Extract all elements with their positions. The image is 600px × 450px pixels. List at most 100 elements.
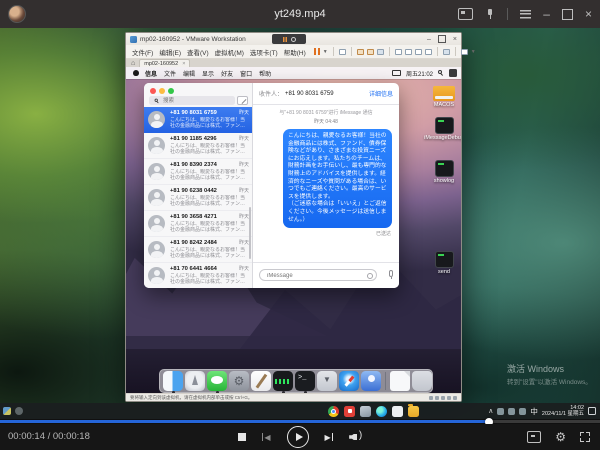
scene-capture-icon[interactable] — [458, 8, 473, 20]
macos-menu-app[interactable]: 信息 — [145, 69, 157, 78]
snapshot-revert-icon[interactable] — [367, 49, 374, 55]
macos-menu-view[interactable]: 显示 — [202, 69, 214, 78]
imessage-input[interactable] — [265, 270, 364, 282]
stop-button[interactable] — [238, 433, 246, 441]
snapshot-take-icon[interactable] — [357, 49, 364, 55]
maximize-button[interactable] — [562, 9, 573, 20]
macos-menu-window[interactable]: 窗口 — [240, 69, 252, 78]
hdd-status-icon[interactable] — [429, 396, 433, 400]
dock-activity-monitor-icon[interactable] — [273, 371, 293, 391]
menu-file[interactable]: 文件(F) — [132, 47, 153, 57]
conversation-search[interactable] — [149, 96, 235, 105]
conversation-item[interactable]: +81 90 1185 4296昨天 こんにちは、親愛なるお客様！当社の金融商品… — [144, 133, 252, 159]
messages-window[interactable]: +81 90 8031 6759昨天 こんにちは、親愛なるお客様！当社の金融商品… — [144, 83, 399, 288]
sound-status-icon[interactable] — [453, 396, 457, 400]
thread-body[interactable]: 与"+81 90 8031 6759"进行 iMessage 通信 昨天 04:… — [253, 104, 399, 263]
play-button[interactable] — [287, 426, 309, 448]
desktop-icon-showlog[interactable]: showlog — [422, 160, 461, 184]
video-display-area[interactable]: mp02-160952 - VMware Workstation – × 文件(… — [0, 28, 600, 419]
send-ctrl-alt-del-icon[interactable] — [339, 49, 346, 55]
macos-clock[interactable]: 周五21:02 — [406, 69, 433, 78]
input-menu-icon[interactable] — [449, 69, 457, 77]
snapshot-manager-icon[interactable] — [377, 49, 384, 55]
dock-system-preferences-icon[interactable] — [229, 371, 249, 391]
tray-ime-indicator[interactable]: 中 — [530, 406, 538, 417]
apple-menu-icon[interactable] — [133, 70, 139, 76]
desktop-icon-macos[interactable]: MACOS — [422, 86, 461, 108]
tray-clock[interactable]: 14:02 2024/11/1 星期五 — [542, 405, 584, 418]
conversation-item[interactable]: +81 90 6238 0442昨天 こんにちは、親愛なるお客様！当社の金融商品… — [144, 185, 252, 211]
previous-button[interactable]: ◀ — [262, 433, 271, 442]
compose-button[interactable] — [237, 96, 248, 105]
close-button[interactable]: × — [585, 8, 592, 20]
settings-button[interactable]: ⚙ — [555, 431, 566, 443]
conversation-item[interactable]: +81 90 8031 6759昨天 こんにちは、親愛なるお客様！当社の金融商品… — [144, 107, 252, 133]
display-status-icon[interactable] — [392, 70, 401, 76]
player-titlebar[interactable]: yt249.mp4 – × — [0, 0, 600, 28]
vm-power-dropdown-icon[interactable]: ▼ — [323, 49, 328, 55]
dock-installer-icon[interactable] — [317, 371, 337, 391]
minimize-button[interactable]: – — [543, 8, 550, 20]
cd-status-icon[interactable] — [435, 396, 439, 400]
conversation-item[interactable]: +81 90 8390 2374昨天 こんにちは、親愛なるお客様！当社の金融商品… — [144, 159, 252, 185]
vmware-minimize-button[interactable]: – — [427, 36, 431, 43]
emoji-icon[interactable] — [367, 273, 373, 279]
zoom-traffic-light[interactable] — [168, 88, 174, 94]
conversation-item[interactable]: +81 90 3658 4271昨天 こんにちは、親愛なるお客様！当社の金融商品… — [144, 211, 252, 237]
taskbar-white-app-icon[interactable] — [392, 406, 403, 417]
fullscreen-view-icon[interactable] — [415, 49, 422, 55]
macos-menu-edit[interactable]: 编辑 — [183, 69, 195, 78]
tray-icon[interactable] — [508, 408, 515, 415]
menu-tabs[interactable]: 选项卡(T) — [250, 47, 278, 57]
dock-terminal-icon[interactable] — [295, 371, 315, 391]
sidebar-scrollbar[interactable] — [249, 207, 251, 259]
dock-launchpad-icon[interactable] — [185, 371, 205, 391]
usb-status-icon[interactable] — [447, 396, 451, 400]
vm-guest-screen[interactable]: 信息 文件 编辑 显示 好友 窗口 帮助 周五21:02 — [126, 67, 461, 395]
dock-contacts-icon[interactable] — [361, 371, 381, 391]
vmware-close-button[interactable]: × — [453, 36, 457, 43]
menu-vm[interactable]: 虚拟机(M) — [215, 47, 244, 57]
unity-view-icon[interactable] — [425, 49, 432, 55]
taskbar-tray-app-icon[interactable] — [15, 407, 23, 415]
notification-center-icon[interactable] — [588, 407, 596, 415]
taskbar-file-explorer-icon[interactable] — [408, 406, 419, 417]
macos-menu-buddies[interactable]: 好友 — [221, 69, 233, 78]
dock-finder-icon[interactable] — [163, 371, 183, 391]
pin-icon[interactable] — [485, 9, 495, 19]
taskbar-widgets-icon[interactable] — [3, 407, 11, 415]
conversation-item[interactable]: +81 90 8242 2484昨天 こんにちは、親愛なるお客様！当社の金融商品… — [144, 237, 252, 263]
desktop-icon-imessagedebug[interactable]: iMessageDebug — [422, 117, 461, 141]
more-tools-dropdown-icon[interactable]: ▼ — [471, 49, 476, 55]
taskbar-red-app-icon[interactable] — [344, 406, 355, 417]
network-status-icon[interactable] — [441, 396, 445, 400]
dock-trash-icon[interactable] — [412, 371, 432, 391]
volume-icon[interactable] — [349, 432, 362, 442]
conversation-item[interactable]: +81 70 6441 4664昨天 こんにちは、親愛なるお客様！当社の金融商品… — [144, 263, 252, 288]
microphone-icon[interactable] — [389, 270, 393, 277]
menu-icon[interactable] — [520, 10, 531, 19]
macos-menu-file[interactable]: 文件 — [164, 69, 176, 78]
imessage-field[interactable] — [259, 269, 377, 281]
playlist-button[interactable] — [527, 431, 541, 443]
dock-safari-icon[interactable] — [339, 371, 359, 391]
fullscreen-button[interactable] — [580, 432, 590, 442]
taskbar-gray-app-icon[interactable] — [360, 406, 371, 417]
macos-menu-help[interactable]: 帮助 — [259, 69, 271, 78]
seek-track[interactable] — [0, 420, 600, 423]
taskbar-edge-icon[interactable] — [376, 406, 387, 417]
menu-view[interactable]: 查看(V) — [187, 47, 209, 57]
tray-collapse-icon[interactable]: ∧ — [488, 407, 493, 415]
minimize-traffic-light[interactable] — [159, 88, 165, 94]
tray-icon[interactable] — [497, 408, 504, 415]
show-library-icon[interactable] — [395, 49, 402, 55]
more-tools-icon[interactable] — [461, 49, 468, 55]
search-input[interactable] — [163, 96, 229, 105]
details-link[interactable]: 详细信息 — [369, 89, 393, 98]
desktop-icon-send[interactable]: send — [422, 251, 461, 275]
vmware-maximize-button[interactable] — [438, 35, 446, 43]
tray-icon[interactable] — [519, 408, 526, 415]
vmware-window[interactable]: mp02-160952 - VMware Workstation – × 文件(… — [125, 32, 462, 402]
taskbar-chrome-icon[interactable] — [328, 406, 339, 417]
vmware-titlebar[interactable]: mp02-160952 - VMware Workstation – × — [126, 33, 461, 45]
